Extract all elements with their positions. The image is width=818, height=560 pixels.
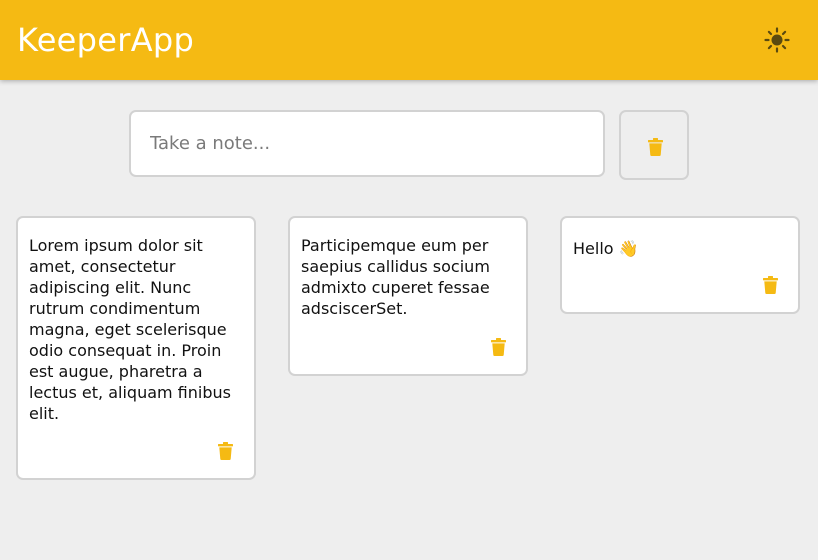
note-card: Hello 👋 <box>560 216 800 314</box>
note-card: Lorem ipsum dolor sit amet, consectetur … <box>16 216 256 480</box>
trash-icon[interactable] <box>763 276 781 296</box>
note-input[interactable] <box>150 112 580 175</box>
app-title: KeeperApp <box>17 21 195 59</box>
trash-icon <box>648 138 663 156</box>
trash-icon[interactable] <box>491 338 509 358</box>
sun-icon[interactable] <box>764 27 790 53</box>
trash-icon[interactable] <box>218 442 236 462</box>
note-text: Hello 👋 <box>573 239 639 258</box>
clear-all-button[interactable] <box>619 110 689 180</box>
note-text: Lorem ipsum dolor sit amet, consectetur … <box>29 236 231 423</box>
app-header: KeeperApp <box>0 0 818 80</box>
note-text: Participemque eum per saepius callidus s… <box>301 236 490 318</box>
note-composer <box>129 110 605 177</box>
note-card: Participemque eum per saepius callidus s… <box>288 216 528 376</box>
